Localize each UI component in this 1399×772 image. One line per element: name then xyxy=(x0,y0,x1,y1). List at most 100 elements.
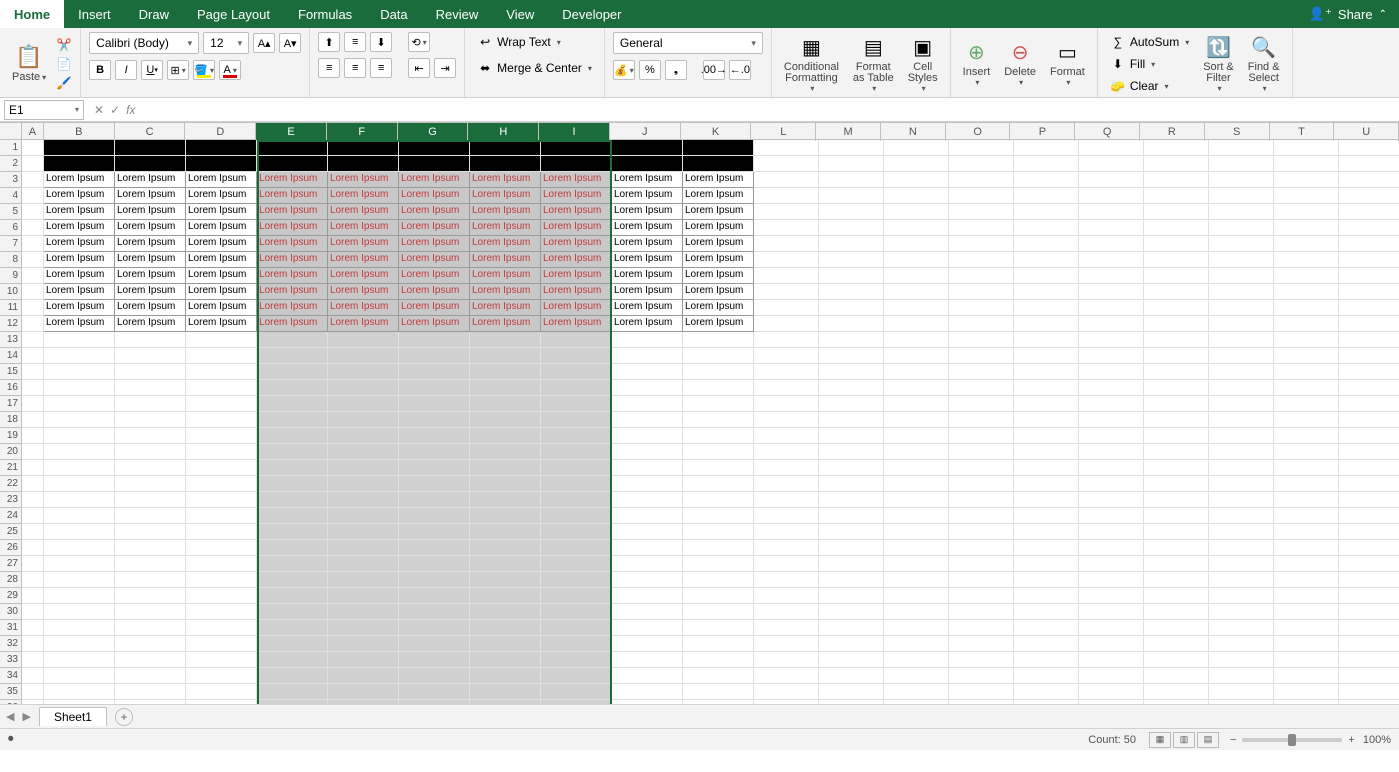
cell-H31[interactable] xyxy=(470,620,541,636)
cell-P24[interactable] xyxy=(1014,508,1079,524)
cell-R14[interactable] xyxy=(1144,348,1209,364)
cell-D13[interactable] xyxy=(186,332,257,348)
cell-N16[interactable] xyxy=(884,380,949,396)
cell-P7[interactable] xyxy=(1014,236,1079,252)
cell-T10[interactable] xyxy=(1274,284,1339,300)
cell-C19[interactable] xyxy=(115,428,186,444)
row-header-3[interactable]: 3 xyxy=(0,172,21,188)
format-cells-button[interactable]: ▭Format xyxy=(1046,38,1089,89)
cell-Q6[interactable] xyxy=(1079,220,1144,236)
cell-Q32[interactable] xyxy=(1079,636,1144,652)
cell-D33[interactable] xyxy=(186,652,257,668)
cell-F4[interactable]: Lorem Ipsum xyxy=(328,188,399,204)
cell-G29[interactable] xyxy=(399,588,470,604)
cell-Q1[interactable] xyxy=(1079,140,1144,156)
cell-L8[interactable] xyxy=(754,252,819,268)
cell-E13[interactable] xyxy=(257,332,328,348)
cell-G8[interactable]: Lorem Ipsum xyxy=(399,252,470,268)
cell-F29[interactable] xyxy=(328,588,399,604)
cell-A24[interactable] xyxy=(22,508,44,524)
cell-C23[interactable] xyxy=(115,492,186,508)
cell-P36[interactable] xyxy=(1014,700,1079,704)
cell-P22[interactable] xyxy=(1014,476,1079,492)
cell-B33[interactable] xyxy=(44,652,115,668)
cell-H36[interactable] xyxy=(470,700,541,704)
col-header-R[interactable]: R xyxy=(1140,123,1205,141)
cell-J23[interactable] xyxy=(612,492,683,508)
cell-S19[interactable] xyxy=(1209,428,1274,444)
cell-K1[interactable] xyxy=(683,140,754,156)
cell-H27[interactable] xyxy=(470,556,541,572)
cell-A12[interactable] xyxy=(22,316,44,332)
cell-I27[interactable] xyxy=(541,556,612,572)
cell-F3[interactable]: Lorem Ipsum xyxy=(328,172,399,188)
comma-button[interactable]: ❟ xyxy=(665,60,687,80)
cell-U9[interactable] xyxy=(1339,268,1399,284)
cell-Q10[interactable] xyxy=(1079,284,1144,300)
cell-E18[interactable] xyxy=(257,412,328,428)
cell-A5[interactable] xyxy=(22,204,44,220)
cell-G2[interactable] xyxy=(399,156,470,172)
cell-P23[interactable] xyxy=(1014,492,1079,508)
cell-B19[interactable] xyxy=(44,428,115,444)
cell-A26[interactable] xyxy=(22,540,44,556)
cell-K10[interactable]: Lorem Ipsum xyxy=(683,284,754,300)
cell-O6[interactable] xyxy=(949,220,1014,236)
cell-L22[interactable] xyxy=(754,476,819,492)
align-top-button[interactable]: ⬆ xyxy=(318,32,340,52)
cell-L30[interactable] xyxy=(754,604,819,620)
cell-J2[interactable] xyxy=(612,156,683,172)
cell-C13[interactable] xyxy=(115,332,186,348)
row-header-10[interactable]: 10 xyxy=(0,284,21,300)
cell-U29[interactable] xyxy=(1339,588,1399,604)
row-header-28[interactable]: 28 xyxy=(0,572,21,588)
cell-H4[interactable]: Lorem Ipsum xyxy=(470,188,541,204)
cell-O30[interactable] xyxy=(949,604,1014,620)
cell-L13[interactable] xyxy=(754,332,819,348)
row-header-8[interactable]: 8 xyxy=(0,252,21,268)
cell-E15[interactable] xyxy=(257,364,328,380)
col-header-D[interactable]: D xyxy=(185,123,256,141)
cell-F22[interactable] xyxy=(328,476,399,492)
cell-Q23[interactable] xyxy=(1079,492,1144,508)
wrap-text-button[interactable]: ↩Wrap Text xyxy=(473,32,565,52)
cell-G6[interactable]: Lorem Ipsum xyxy=(399,220,470,236)
cell-R17[interactable] xyxy=(1144,396,1209,412)
cell-O2[interactable] xyxy=(949,156,1014,172)
cell-F32[interactable] xyxy=(328,636,399,652)
cell-G35[interactable] xyxy=(399,684,470,700)
cell-I6[interactable]: Lorem Ipsum xyxy=(541,220,612,236)
cell-M7[interactable] xyxy=(819,236,884,252)
cell-K19[interactable] xyxy=(683,428,754,444)
cell-M21[interactable] xyxy=(819,460,884,476)
cell-D36[interactable] xyxy=(186,700,257,704)
cell-S8[interactable] xyxy=(1209,252,1274,268)
col-header-P[interactable]: P xyxy=(1010,123,1075,141)
cell-F5[interactable]: Lorem Ipsum xyxy=(328,204,399,220)
cell-O34[interactable] xyxy=(949,668,1014,684)
cell-D9[interactable]: Lorem Ipsum xyxy=(186,268,257,284)
row-header-30[interactable]: 30 xyxy=(0,604,21,620)
cell-M34[interactable] xyxy=(819,668,884,684)
cell-C5[interactable]: Lorem Ipsum xyxy=(115,204,186,220)
cell-F20[interactable] xyxy=(328,444,399,460)
cell-D30[interactable] xyxy=(186,604,257,620)
cell-R7[interactable] xyxy=(1144,236,1209,252)
cell-B29[interactable] xyxy=(44,588,115,604)
cell-N33[interactable] xyxy=(884,652,949,668)
cell-T5[interactable] xyxy=(1274,204,1339,220)
cell-J29[interactable] xyxy=(612,588,683,604)
cell-K8[interactable]: Lorem Ipsum xyxy=(683,252,754,268)
cell-T28[interactable] xyxy=(1274,572,1339,588)
cell-F31[interactable] xyxy=(328,620,399,636)
cell-D25[interactable] xyxy=(186,524,257,540)
cell-I36[interactable] xyxy=(541,700,612,704)
cell-M35[interactable] xyxy=(819,684,884,700)
cell-M30[interactable] xyxy=(819,604,884,620)
cell-C36[interactable] xyxy=(115,700,186,704)
cell-F1[interactable] xyxy=(328,140,399,156)
cell-J4[interactable]: Lorem Ipsum xyxy=(612,188,683,204)
cell-A25[interactable] xyxy=(22,524,44,540)
cell-U31[interactable] xyxy=(1339,620,1399,636)
cell-D20[interactable] xyxy=(186,444,257,460)
